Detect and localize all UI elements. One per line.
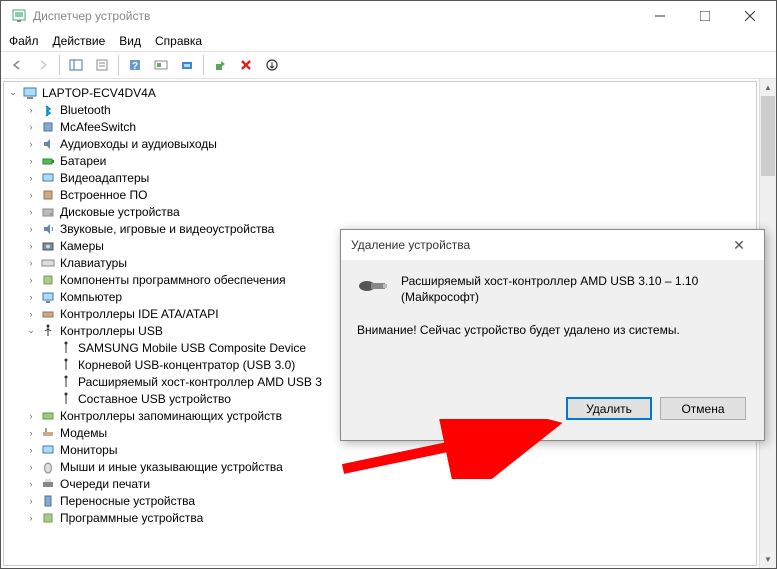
- expand-icon[interactable]: ›: [24, 460, 38, 474]
- enable-button[interactable]: [208, 53, 232, 77]
- scroll-down-button[interactable]: ▼: [760, 551, 776, 568]
- delete-button[interactable]: Удалить: [566, 397, 652, 420]
- tree-item-bluetooth[interactable]: ›Bluetooth: [24, 101, 754, 118]
- usb-device-icon: [58, 374, 74, 390]
- keyboard-icon: [40, 255, 56, 271]
- uninstall-button[interactable]: [234, 53, 258, 77]
- menu-file[interactable]: Файл: [9, 34, 39, 48]
- expand-icon[interactable]: ›: [24, 239, 38, 253]
- collapse-icon[interactable]: ⌄: [24, 324, 38, 338]
- chip-icon: [40, 119, 56, 135]
- uninstall-dialog: Удаление устройства ✕ Расширяемый хост-к…: [340, 229, 765, 441]
- computer-icon: [22, 85, 38, 101]
- expand-icon[interactable]: ›: [24, 443, 38, 457]
- minimize-button[interactable]: [637, 1, 682, 31]
- tree-item-monitor[interactable]: ›Мониторы: [24, 441, 754, 458]
- speaker-icon: [40, 221, 56, 237]
- tree-item-printqueue[interactable]: ›Очереди печати: [24, 475, 754, 492]
- collapse-icon[interactable]: ⌄: [6, 86, 20, 100]
- usb-device-icon: [58, 357, 74, 373]
- show-hide-tree-button[interactable]: [64, 53, 88, 77]
- tree-root-label: LAPTOP-ECV4DV4A: [42, 86, 156, 100]
- tree-item-disk[interactable]: ›Дисковые устройства: [24, 203, 754, 220]
- printer-icon: [40, 476, 56, 492]
- menubar: Файл Действие Вид Справка: [1, 31, 776, 51]
- expand-icon[interactable]: ›: [24, 477, 38, 491]
- dialog-close-button[interactable]: ✕: [724, 237, 754, 254]
- tree-item-mcafee[interactable]: ›McAfeeSwitch: [24, 118, 754, 135]
- titlebar: Диспетчер устройств: [1, 1, 776, 31]
- svg-text:?: ?: [132, 61, 138, 72]
- expand-icon[interactable]: ›: [24, 137, 38, 151]
- expand-icon[interactable]: ›: [24, 256, 38, 270]
- dialog-device-name: Расширяемый хост-контроллер AMD USB 3.10…: [401, 274, 748, 305]
- menu-view[interactable]: Вид: [119, 34, 141, 48]
- display-icon: [40, 170, 56, 186]
- battery-icon: [40, 153, 56, 169]
- expand-icon[interactable]: ›: [24, 511, 38, 525]
- menu-action[interactable]: Действие: [53, 34, 106, 48]
- forward-button[interactable]: [31, 53, 55, 77]
- modem-icon: [40, 425, 56, 441]
- dialog-titlebar: Удаление устройства ✕: [341, 230, 764, 260]
- disk-icon: [40, 204, 56, 220]
- software-icon: [40, 510, 56, 526]
- bluetooth-icon: [40, 102, 56, 118]
- tree-item-battery[interactable]: ›Батареи: [24, 152, 754, 169]
- usb-device-icon: [58, 391, 74, 407]
- expand-icon[interactable]: ›: [24, 426, 38, 440]
- dialog-warning-text: Внимание! Сейчас устройство будет удален…: [357, 323, 748, 337]
- tree-item-video[interactable]: ›Видеоадаптеры: [24, 169, 754, 186]
- expand-icon[interactable]: ›: [24, 273, 38, 287]
- ide-icon: [40, 306, 56, 322]
- storage-icon: [40, 408, 56, 424]
- camera-icon: [40, 238, 56, 254]
- cancel-button[interactable]: Отмена: [660, 397, 746, 420]
- dialog-title: Удаление устройства: [351, 238, 724, 252]
- expand-icon[interactable]: ›: [24, 205, 38, 219]
- audio-icon: [40, 136, 56, 152]
- maximize-button[interactable]: [682, 1, 727, 31]
- toolbar: ?: [1, 51, 776, 79]
- back-button[interactable]: [5, 53, 29, 77]
- expand-icon[interactable]: ›: [24, 188, 38, 202]
- update-driver-button[interactable]: [260, 53, 284, 77]
- chip-icon: [40, 187, 56, 203]
- mouse-icon: [40, 459, 56, 475]
- expand-icon[interactable]: ›: [24, 103, 38, 117]
- close-button[interactable]: [727, 1, 772, 31]
- tree-item-firmware[interactable]: ›Встроенное ПО: [24, 186, 754, 203]
- portable-icon: [40, 493, 56, 509]
- component-icon: [40, 272, 56, 288]
- expand-icon[interactable]: ›: [24, 171, 38, 185]
- usb-device-icon: [58, 340, 74, 356]
- usb-icon: [40, 323, 56, 339]
- scroll-thumb[interactable]: [761, 96, 775, 176]
- help-button[interactable]: ?: [123, 53, 147, 77]
- tree-item-mouse[interactable]: ›Мыши и иные указывающие устройства: [24, 458, 754, 475]
- pc-icon: [40, 289, 56, 305]
- usb-controller-icon: [357, 276, 389, 296]
- menu-help[interactable]: Справка: [155, 34, 202, 48]
- tree-item-portable[interactable]: ›Переносные устройства: [24, 492, 754, 509]
- tree-item-softdev[interactable]: ›Программные устройства: [24, 509, 754, 526]
- app-icon: [11, 8, 27, 24]
- expand-icon[interactable]: ›: [24, 307, 38, 321]
- monitor-icon: [40, 442, 56, 458]
- expand-icon[interactable]: ›: [24, 409, 38, 423]
- expand-icon[interactable]: ›: [24, 494, 38, 508]
- tree-root[interactable]: ⌄ LAPTOP-ECV4DV4A: [6, 84, 754, 101]
- action-icon-1[interactable]: [149, 53, 173, 77]
- scroll-up-button[interactable]: ▲: [760, 79, 776, 96]
- expand-icon[interactable]: ›: [24, 120, 38, 134]
- window-title: Диспетчер устройств: [33, 9, 637, 23]
- expand-icon[interactable]: ›: [24, 154, 38, 168]
- tree-item-audio[interactable]: ›Аудиовходы и аудиовыходы: [24, 135, 754, 152]
- expand-icon[interactable]: ›: [24, 222, 38, 236]
- scan-hardware-button[interactable]: [175, 53, 199, 77]
- properties-button[interactable]: [90, 53, 114, 77]
- expand-icon[interactable]: ›: [24, 290, 38, 304]
